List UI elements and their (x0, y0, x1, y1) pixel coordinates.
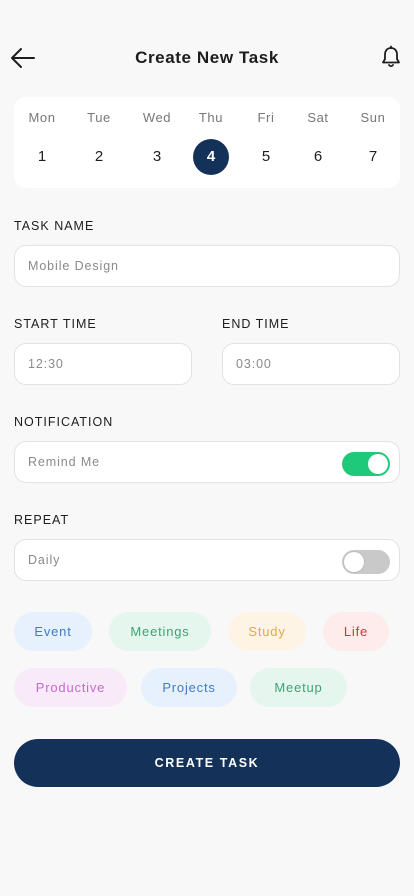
task-name-label: TASK NAME (14, 219, 95, 233)
repeat-row: Daily (14, 539, 400, 581)
day-name: Fri (257, 110, 275, 125)
day-name: Thu (198, 110, 224, 125)
calendar-day-wed[interactable]: Wed 3 (135, 97, 179, 188)
day-name: Sun (360, 110, 386, 125)
calendar-day-fri[interactable]: Fri 5 (244, 97, 288, 188)
calendar-day-tue[interactable]: Tue 2 (77, 97, 121, 188)
tag-meetings[interactable]: Meetings (109, 612, 211, 651)
toggle-knob (344, 552, 364, 572)
page-title: Create New Task (135, 48, 279, 67)
week-calendar: Mon 1 Tue 2 Wed 3 Thu 4 Fri 5 Sat 6 Sun … (14, 97, 400, 188)
tag-productive[interactable]: Productive (14, 668, 127, 707)
repeat-label: REPEAT (14, 513, 70, 527)
tag-life[interactable]: Life (323, 612, 389, 651)
day-name: Sat (307, 110, 329, 125)
start-time-input[interactable] (14, 343, 192, 385)
calendar-day-thu[interactable]: Thu 4 (189, 97, 233, 188)
task-name-input[interactable] (14, 245, 400, 287)
end-time-input[interactable] (222, 343, 400, 385)
notification-row: Remind Me (14, 441, 400, 483)
repeat-text: Daily (28, 553, 61, 567)
day-number: 5 (261, 148, 271, 165)
toggle-knob (368, 454, 388, 474)
remind-me-text: Remind Me (28, 455, 101, 469)
create-task-button[interactable]: CREATE TASK (14, 739, 400, 787)
calendar-day-sun[interactable]: Sun 7 (351, 97, 395, 188)
notification-label: NOTIFICATION (14, 415, 114, 429)
tag-study[interactable]: Study (228, 612, 306, 651)
repeat-toggle[interactable] (342, 550, 390, 574)
day-number: 7 (368, 148, 378, 165)
day-number: 3 (152, 148, 162, 165)
tag-projects[interactable]: Projects (141, 668, 237, 707)
tag-meetup[interactable]: Meetup (250, 668, 347, 707)
calendar-day-sat[interactable]: Sat 6 (296, 97, 340, 188)
day-number: 1 (37, 148, 47, 165)
calendar-day-mon[interactable]: Mon 1 (20, 97, 64, 188)
header: Create New Task (0, 36, 414, 80)
selected-day-number: 4 (193, 139, 229, 175)
tag-event[interactable]: Event (14, 612, 92, 651)
day-number: 2 (94, 148, 104, 165)
day-name: Tue (87, 110, 111, 125)
notification-bell-button[interactable] (380, 45, 402, 69)
end-time-label: END TIME (222, 317, 290, 331)
bell-icon (382, 45, 400, 68)
day-number: 6 (313, 148, 323, 165)
day-name: Mon (28, 110, 56, 125)
start-time-label: START TIME (14, 317, 97, 331)
notification-toggle[interactable] (342, 452, 390, 476)
day-name: Wed (142, 110, 172, 125)
